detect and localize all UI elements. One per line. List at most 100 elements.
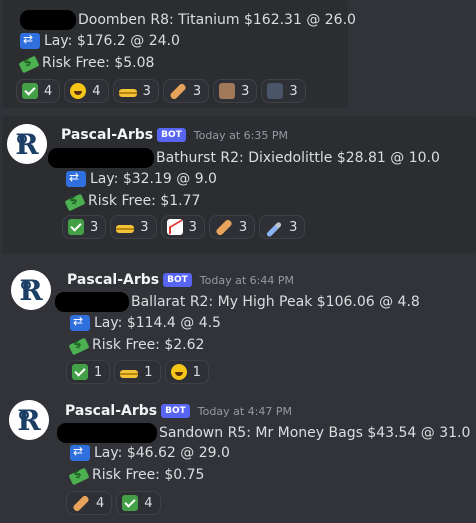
reaction-face-2[interactable]: 3 xyxy=(261,79,306,103)
bandage-icon xyxy=(215,218,233,236)
money-icon xyxy=(68,467,90,485)
money-icon xyxy=(64,193,86,211)
exchange-arrows-icon xyxy=(70,314,90,331)
reaction-count: 1 xyxy=(192,364,201,380)
reaction-check[interactable]: 4 xyxy=(116,491,161,515)
check-icon xyxy=(72,364,88,380)
reaction-bandage[interactable]: 3 xyxy=(162,79,210,103)
gold-bars-icon xyxy=(118,89,137,97)
message-header: Pascal-Arbs BOT Today at 4:47 PM xyxy=(65,403,292,419)
message-header: Pascal-Arbs BOT Today at 6:35 PM xyxy=(61,127,288,143)
reaction-gold[interactable]: 3 xyxy=(110,215,157,239)
reaction-gold[interactable]: 1 xyxy=(114,360,161,384)
redacted-name xyxy=(20,10,76,30)
risk-free-text: Risk Free: $5.08 xyxy=(42,55,155,71)
exchange-arrows-icon xyxy=(20,32,40,49)
risk-free-line: Risk Free: $2.62 xyxy=(68,337,204,355)
money-icon xyxy=(68,337,90,355)
reaction-bandage[interactable]: 3 xyxy=(208,215,256,239)
reaction-count: 3 xyxy=(238,219,248,235)
reaction-check[interactable]: 4 xyxy=(16,79,61,103)
reaction-count: 3 xyxy=(289,83,298,99)
custom-face-icon xyxy=(219,83,236,99)
risk-free-line: Risk Free: $5.08 xyxy=(18,55,155,73)
check-icon xyxy=(22,83,38,99)
bot-badge: BOT xyxy=(161,404,190,418)
race-text: Doomben R8: Titanium $162.31 @ 26.0 xyxy=(78,12,356,28)
race-line: Sandown R5: Mr Money Bags $43.54 @ 31.0 xyxy=(57,423,470,443)
laughing-emoji-icon xyxy=(170,364,187,380)
bot-badge: BOT xyxy=(163,273,192,287)
lay-text: Lay: $176.2 @ 24.0 xyxy=(44,33,180,49)
exchange-arrows-icon xyxy=(66,170,86,187)
avatar[interactable]: R xyxy=(11,270,51,310)
race-line: Ballarat R2: My High Peak $106.06 @ 4.8 xyxy=(55,292,420,312)
custom-face-icon xyxy=(267,83,284,99)
lay-line: Lay: $176.2 @ 24.0 xyxy=(20,32,180,49)
reaction-check[interactable]: 1 xyxy=(66,360,111,384)
redacted-name xyxy=(55,292,129,312)
race-line: Bathurst R2: Dixiedolittle $28.81 @ 10.0 xyxy=(48,148,440,168)
reaction-count: 4 xyxy=(44,83,53,99)
svg-text:R: R xyxy=(17,404,41,437)
username[interactable]: Pascal-Arbs xyxy=(67,272,159,288)
reaction-count: 3 xyxy=(142,83,151,99)
lay-line: Lay: $46.62 @ 29.0 xyxy=(70,444,230,461)
money-icon xyxy=(18,55,40,73)
redacted-name xyxy=(57,423,157,443)
reaction-count: 1 xyxy=(94,364,103,380)
reaction-check[interactable]: 3 xyxy=(62,215,107,239)
reaction-laugh[interactable]: 1 xyxy=(164,360,209,384)
reaction-count: 3 xyxy=(140,219,149,235)
race-text: Bathurst R2: Dixiedolittle $28.81 @ 10.0 xyxy=(156,150,440,166)
gold-bars-icon xyxy=(120,370,139,378)
check-icon xyxy=(68,219,84,235)
reaction-count: 1 xyxy=(144,364,153,380)
chart-increasing-icon xyxy=(166,219,183,235)
lay-text: Lay: $32.19 @ 9.0 xyxy=(90,171,217,187)
risk-free-text: Risk Free: $1.77 xyxy=(88,193,201,209)
svg-text:R: R xyxy=(19,274,43,307)
lay-text: Lay: $46.62 @ 29.0 xyxy=(94,445,230,461)
reaction-bandage[interactable]: 4 xyxy=(66,491,113,515)
reaction-syringe[interactable]: 3 xyxy=(259,215,306,239)
race-text: Sandown R5: Mr Money Bags $43.54 @ 31.0 xyxy=(159,425,471,441)
reaction-bar: 4 4 xyxy=(66,491,161,515)
race-line: Doomben R8: Titanium $162.31 @ 26.0 xyxy=(20,10,356,30)
reaction-count: 4 xyxy=(144,495,153,511)
exchange-arrows-icon xyxy=(70,444,90,461)
risk-free-text: Risk Free: $0.75 xyxy=(92,467,205,483)
bandage-icon xyxy=(72,494,90,512)
risk-free-line: Risk Free: $0.75 xyxy=(68,467,205,485)
reaction-face-1[interactable]: 3 xyxy=(213,79,258,103)
reaction-bar: 3 3 3 3 3 xyxy=(62,215,306,239)
lay-text: Lay: $114.4 @ 4.5 xyxy=(94,315,221,331)
reaction-count: 3 xyxy=(289,219,298,235)
check-icon xyxy=(122,495,139,511)
syringe-icon xyxy=(265,221,283,238)
username[interactable]: Pascal-Arbs xyxy=(61,127,153,143)
timestamp[interactable]: Today at 4:47 PM xyxy=(198,405,292,418)
reaction-gold[interactable]: 3 xyxy=(112,79,159,103)
lay-line: Lay: $114.4 @ 4.5 xyxy=(70,314,221,331)
redacted-name xyxy=(48,148,154,168)
reaction-count: 3 xyxy=(188,219,197,235)
reaction-count: 3 xyxy=(90,219,99,235)
reaction-count: 3 xyxy=(192,83,202,99)
reaction-count: 4 xyxy=(96,495,105,511)
message-header: Pascal-Arbs BOT Today at 6:44 PM xyxy=(67,272,294,288)
svg-text:R: R xyxy=(15,128,39,161)
bandage-icon xyxy=(169,82,187,100)
timestamp[interactable]: Today at 6:35 PM xyxy=(194,129,288,142)
avatar[interactable]: R xyxy=(9,400,49,440)
reaction-bar: 4 4 3 3 3 3 xyxy=(16,79,306,103)
avatar[interactable]: R xyxy=(7,124,47,164)
reaction-chart[interactable]: 3 xyxy=(160,215,205,239)
reaction-count: 3 xyxy=(241,83,250,99)
timestamp[interactable]: Today at 6:44 PM xyxy=(200,274,294,287)
bot-badge: BOT xyxy=(157,128,186,142)
reaction-count: 4 xyxy=(92,83,101,99)
username[interactable]: Pascal-Arbs xyxy=(65,403,157,419)
reaction-laugh[interactable]: 4 xyxy=(64,79,109,103)
laughing-emoji-icon xyxy=(70,83,87,99)
